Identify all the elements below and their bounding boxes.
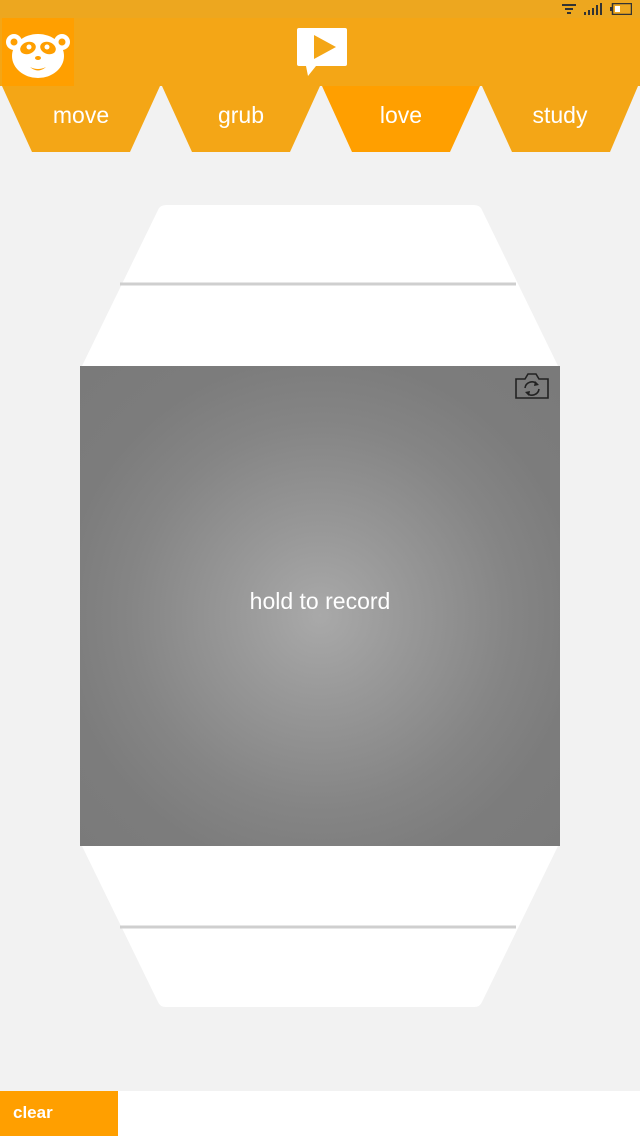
battery-icon — [610, 3, 632, 15]
bottom-bar: clear — [0, 1091, 640, 1136]
panda-logo-icon — [6, 34, 70, 78]
tab-grub[interactable]: grub — [171, 102, 311, 129]
play-speech-bubble-icon — [297, 28, 347, 76]
camera-switch-button[interactable] — [514, 372, 550, 400]
tab-love[interactable]: love — [331, 102, 471, 129]
tab-study[interactable]: study — [490, 102, 630, 129]
clear-button[interactable]: clear — [0, 1091, 118, 1136]
status-icons — [562, 2, 632, 16]
wifi-icon — [562, 4, 576, 14]
record-area[interactable]: hold to record — [80, 366, 560, 846]
app-screen: move grub love study hold to record clea… — [0, 0, 640, 1136]
logo[interactable] — [2, 18, 74, 86]
play-button[interactable] — [294, 26, 350, 78]
record-prompt: hold to record — [249, 588, 391, 614]
tab-move[interactable]: move — [11, 102, 151, 129]
signal-icon — [584, 3, 602, 15]
camera-switch-icon — [515, 373, 549, 399]
status-bar — [0, 0, 640, 18]
